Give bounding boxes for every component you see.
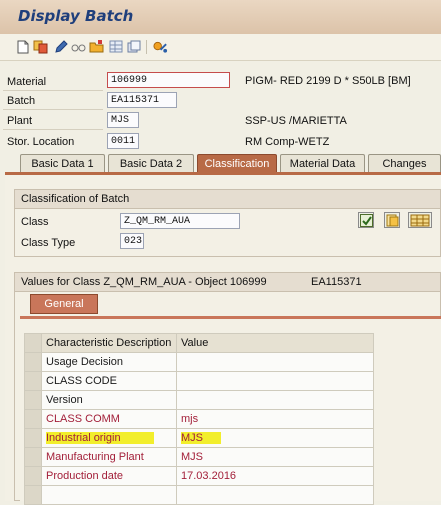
row-selector[interactable] <box>24 352 42 372</box>
table-row: CLASS CODE <box>24 371 374 391</box>
toolbar-separator <box>146 40 147 54</box>
row-selector[interactable] <box>24 428 42 448</box>
row-selector[interactable] <box>24 409 42 429</box>
characteristic-description: CLASS COMM <box>41 409 177 429</box>
characteristic-value[interactable] <box>176 485 374 505</box>
material-label: Material <box>7 76 47 88</box>
select-all-cell[interactable] <box>24 333 42 353</box>
row-selector[interactable] <box>24 390 42 410</box>
characteristic-value[interactable] <box>176 352 374 372</box>
glasses-icon[interactable] <box>71 39 86 54</box>
characteristic-description: Industrial origin <box>41 428 177 448</box>
grid-icon[interactable] <box>108 39 123 54</box>
title-bar: Display Batch <box>0 0 441 34</box>
class-field[interactable]: Z_QM_RM_AUA <box>120 213 240 229</box>
tab-basic-data-2[interactable]: Basic Data 2 <box>108 154 194 172</box>
insert-row-icon[interactable] <box>408 212 432 228</box>
characteristic-description <box>41 485 177 505</box>
characteristic-value[interactable]: mjs <box>176 409 374 429</box>
table-row: Manufacturing Plant MJS <box>24 447 374 467</box>
classification-group-title: Classification of Batch <box>21 193 130 205</box>
check-icon[interactable] <box>358 212 374 228</box>
characteristic-description: Usage Decision <box>41 352 177 372</box>
batch-field[interactable]: EA115371 <box>107 92 177 108</box>
batch-label: Batch <box>7 95 36 107</box>
characteristic-value[interactable]: MJS <box>176 428 374 448</box>
class-overview-icon[interactable] <box>153 39 168 54</box>
characteristic-description: CLASS CODE <box>41 371 177 391</box>
characteristic-description: Production date <box>41 466 177 486</box>
table-row: Usage Decision <box>24 352 374 372</box>
layers-icon[interactable] <box>126 39 141 54</box>
row-selector[interactable] <box>24 371 42 391</box>
characteristic-value[interactable] <box>176 390 374 410</box>
column-header-description[interactable]: Characteristic Description <box>41 333 177 353</box>
new-document-icon[interactable] <box>15 39 30 54</box>
characteristic-description: Manufacturing Plant <box>41 447 177 467</box>
highlighted-description: Industrial origin <box>46 432 121 444</box>
classification-group-header: Classification of Batch <box>14 189 441 209</box>
window-title: Display Batch <box>18 7 134 25</box>
row-selector[interactable] <box>24 466 42 486</box>
tab-material-data[interactable]: Material Data <box>280 154 365 172</box>
stor-location-label: Stor. Location <box>7 136 75 148</box>
stor-location-field[interactable]: 0011 <box>107 133 139 149</box>
column-header-value[interactable]: Value <box>176 333 374 353</box>
values-group-title: Values for Class Z_QM_RM_AUA - Object 10… <box>21 276 267 288</box>
table-header-row: Characteristic Description Value <box>24 333 374 353</box>
material-description: PIGM- RED 2199 D * S50LB [BM] <box>245 75 411 87</box>
document-icon[interactable] <box>384 212 400 228</box>
material-field[interactable]: 106999 <box>107 72 230 88</box>
tab-classification[interactable]: Classification <box>197 154 277 172</box>
characteristic-value[interactable]: MJS <box>176 447 374 467</box>
class-type-label: Class Type <box>21 237 76 249</box>
table-row: Industrial origin MJS <box>24 428 374 448</box>
stor-location-description: RM Comp-WETZ <box>245 136 330 148</box>
edit-pencil-icon[interactable] <box>53 39 68 54</box>
tab-basic-data-1[interactable]: Basic Data 1 <box>20 154 105 172</box>
characteristic-description: Version <box>41 390 177 410</box>
row-selector[interactable] <box>24 447 42 467</box>
characteristic-value[interactable]: 17.03.2016 <box>176 466 374 486</box>
table-row: Production date 17.03.2016 <box>24 466 374 486</box>
values-object-batch: EA115371 <box>311 276 362 288</box>
highlighted-value: MJS <box>181 432 203 444</box>
class-type-field[interactable]: 023 <box>120 233 144 249</box>
plant-field[interactable]: MJS <box>107 112 139 128</box>
characteristic-value[interactable] <box>176 371 374 391</box>
table-row: CLASS COMM mjs <box>24 409 374 429</box>
tab-changes[interactable]: Changes <box>368 154 441 172</box>
characteristics-table: Characteristic Description Value Usage D… <box>24 333 374 505</box>
folder-icon[interactable] <box>89 39 104 54</box>
subtab-general[interactable]: General <box>30 294 98 314</box>
copy-icon[interactable] <box>33 39 48 54</box>
class-label: Class <box>21 216 49 228</box>
values-group-header: Values for Class Z_QM_RM_AUA - Object 10… <box>14 272 441 292</box>
plant-label: Plant <box>7 115 33 127</box>
plant-description: SSP-US /MARIETTA <box>245 115 347 127</box>
row-selector[interactable] <box>24 485 42 505</box>
table-row: Version <box>24 390 374 410</box>
table-row <box>24 485 374 505</box>
